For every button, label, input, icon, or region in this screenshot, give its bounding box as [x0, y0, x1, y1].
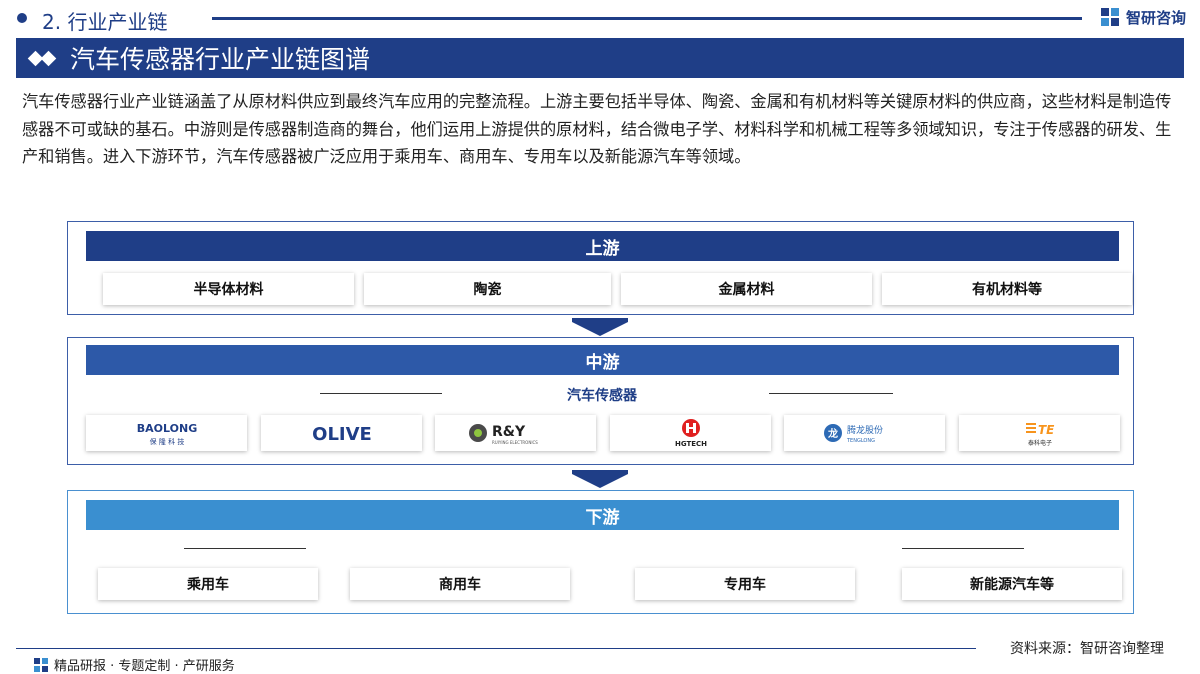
footer-divider: [16, 648, 976, 649]
upstream-item: 陶瓷: [364, 273, 611, 305]
midstream-sub-label: 汽车传感器: [567, 388, 637, 404]
page-title: 汽车传感器行业产业链图谱: [70, 45, 371, 74]
logo-text: OLIVE: [312, 424, 372, 445]
logo-text: TE: [1038, 423, 1055, 437]
logo-olive: OLIVE: [261, 415, 422, 451]
section-title: 2. 行业产业链: [42, 10, 168, 34]
upstream-item: 金属材料: [621, 273, 872, 305]
down-arrow-icon: [572, 322, 628, 336]
section-bullet-icon: [17, 13, 27, 23]
logo-text: TENGLONG: [846, 438, 875, 444]
upstream-item: 有机材料等: [882, 273, 1132, 305]
logo-text: 保 隆 科 技: [149, 437, 184, 446]
svg-text:龙: 龙: [827, 427, 838, 440]
logo-te: TE 泰科电子: [959, 415, 1120, 451]
brand: 智研咨询: [1100, 6, 1186, 28]
divider-line: [320, 393, 442, 394]
divider-line: [902, 548, 1024, 549]
logo-text: 泰科电子: [1027, 439, 1051, 447]
downstream-panel: 下游 乘用车 商用车 专用车 新能源汽车等: [67, 490, 1134, 614]
down-arrow-icon: [572, 474, 628, 488]
divider-line: [184, 548, 306, 549]
logo-text: BAOLONG: [136, 422, 196, 435]
logo-text: 腾龙股份: [847, 424, 883, 436]
downstream-item: 专用车: [635, 568, 855, 600]
brand-name: 智研咨询: [1126, 8, 1187, 27]
footer: 精品研报 · 专题定制 · 产研服务: [34, 655, 235, 674]
divider-line: [769, 393, 893, 394]
footer-logo-icon: [34, 657, 48, 672]
logo-tenglong: 龙 腾龙股份 TENGLONG: [784, 415, 945, 451]
title-band: 汽车传感器行业产业链图谱: [16, 38, 1184, 78]
downstream-item: 新能源汽车等: [902, 568, 1122, 600]
midstream-panel: 中游 汽车传感器 BAOLONG 保 隆 科 技 OLIVE R&Y RUIYI…: [67, 337, 1134, 465]
top-bar: 2. 行业产业链 智研咨询: [0, 0, 1200, 34]
logo-text: RUIYING ELECTRONICS: [492, 440, 538, 445]
downstream-item: 商用车: [350, 568, 570, 600]
brand-logo-icon: [1101, 8, 1119, 26]
upstream-panel: 上游 半导体材料 陶瓷 金属材料 有机材料等: [67, 221, 1134, 315]
midstream-header: 中游: [86, 345, 1119, 375]
diamond-icon: [27, 50, 57, 66]
top-divider: [212, 17, 1082, 20]
logo-text: R&Y: [492, 424, 526, 440]
source-note: 资料来源：智研咨询整理: [1010, 641, 1164, 657]
upstream-item: 半导体材料: [103, 273, 354, 305]
logo-hgtech: HGTECH: [610, 415, 771, 451]
downstream-header: 下游: [86, 500, 1119, 530]
logo-ry: R&Y RUIYING ELECTRONICS: [435, 415, 596, 451]
downstream-item: 乘用车: [98, 568, 318, 600]
footer-text: 精品研报 · 专题定制 · 产研服务: [54, 659, 235, 674]
intro-paragraph: 汽车传感器行业产业链涵盖了从原材料供应到最终汽车应用的完整流程。上游主要包括半导…: [22, 92, 1172, 166]
logo-text: HGTECH: [674, 440, 706, 448]
te-mark-icon: [1025, 423, 1036, 425]
logo-baolong: BAOLONG 保 隆 科 技: [86, 415, 247, 451]
upstream-header: 上游: [86, 231, 1119, 261]
